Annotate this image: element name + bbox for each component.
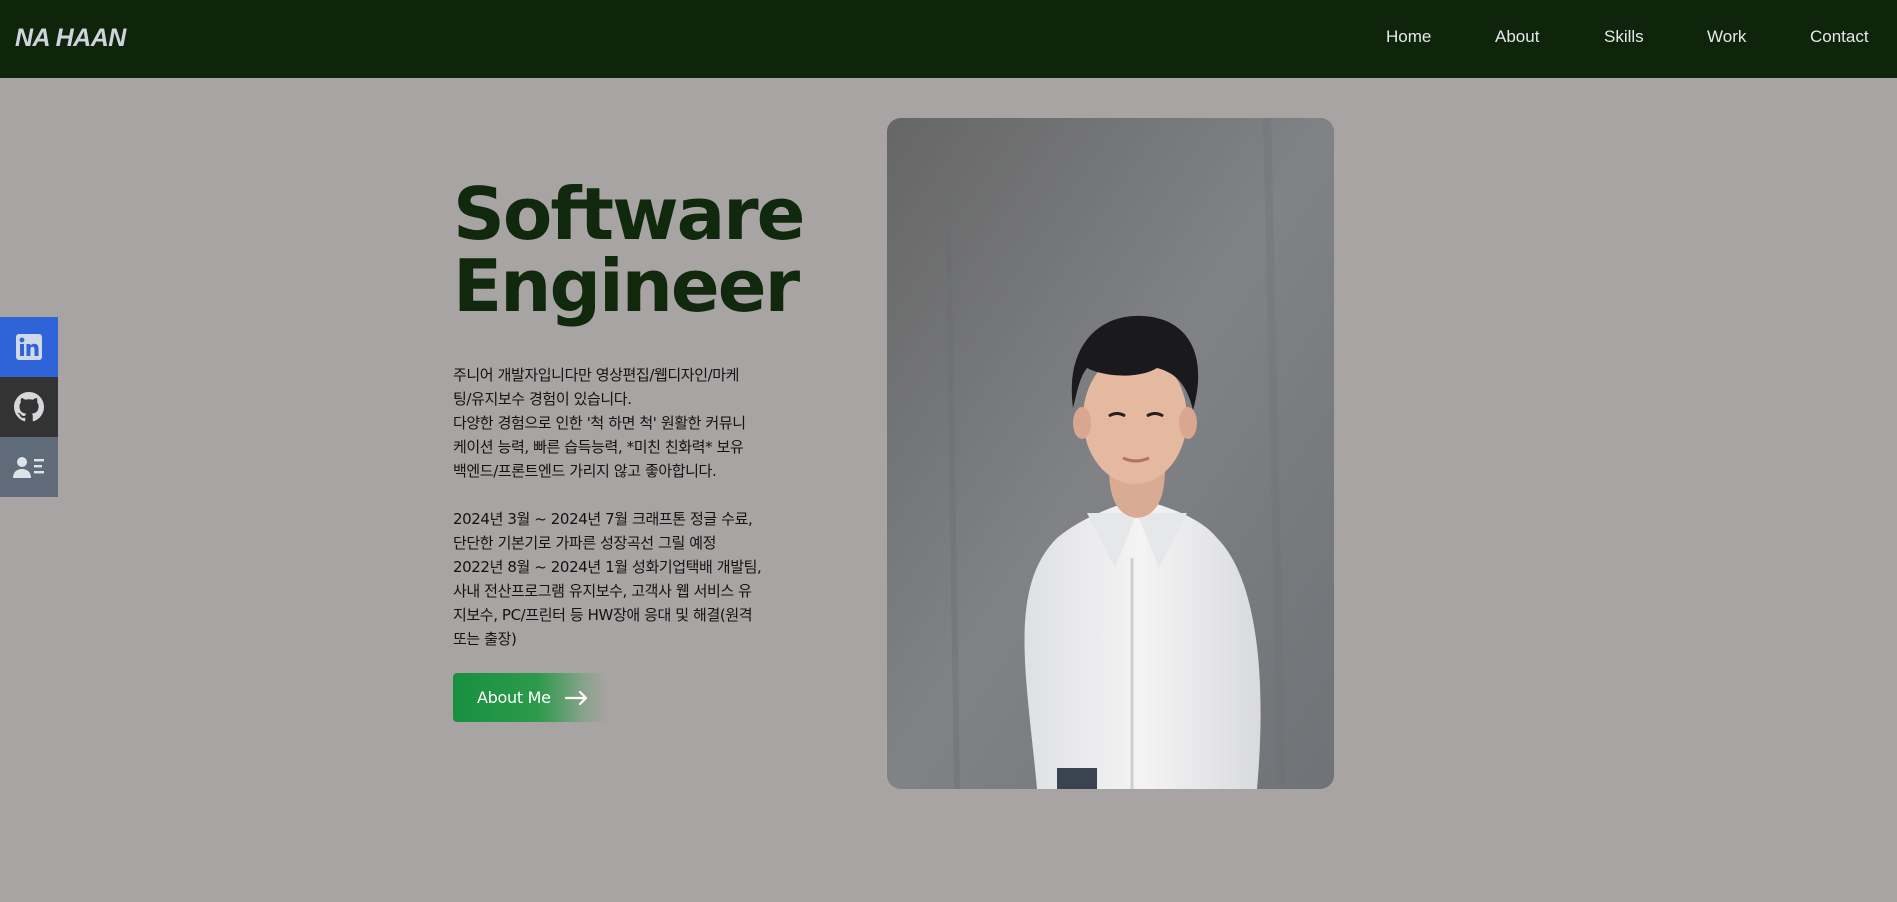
hero-title-line1: Software [453,172,806,256]
top-navbar: NA HAAN Home About Skills Work Contact [0,0,1897,78]
profile-photo [887,118,1334,789]
site-logo[interactable]: NA HAAN [15,24,126,53]
profile-button[interactable] [0,437,58,497]
nav-about-link[interactable]: About [1495,27,1539,47]
nav-work-link[interactable]: Work [1707,27,1746,47]
github-icon [14,392,44,422]
intro-paragraph: 주니어 개발자입니다만 영상편집/웹디자인/마케 팅/유지보수 경험이 있습니다… [453,366,746,480]
nav-contact-link[interactable]: Contact [1810,27,1869,47]
hero-title-line2: Engineer [453,244,800,328]
arrow-right-icon [564,690,589,706]
contact-card-icon [13,457,44,478]
nav-home-link[interactable]: Home [1386,27,1431,47]
linkedin-button[interactable] [0,317,58,377]
linkedin-icon [16,334,42,360]
hero-title: Software Engineer [453,178,833,322]
nav-skills-link[interactable]: Skills [1604,27,1644,47]
hero-description: 주니어 개발자입니다만 영상편집/웹디자인/마케 팅/유지보수 경험이 있습니다… [453,363,789,651]
about-me-button[interactable]: About Me [453,673,608,722]
social-sidebar [0,317,58,497]
github-button[interactable] [0,377,58,437]
career-paragraph: 2024년 3월 ~ 2024년 7월 크래프톤 정글 수료, 단단한 기본기로… [453,510,762,648]
about-me-label: About Me [477,688,551,707]
